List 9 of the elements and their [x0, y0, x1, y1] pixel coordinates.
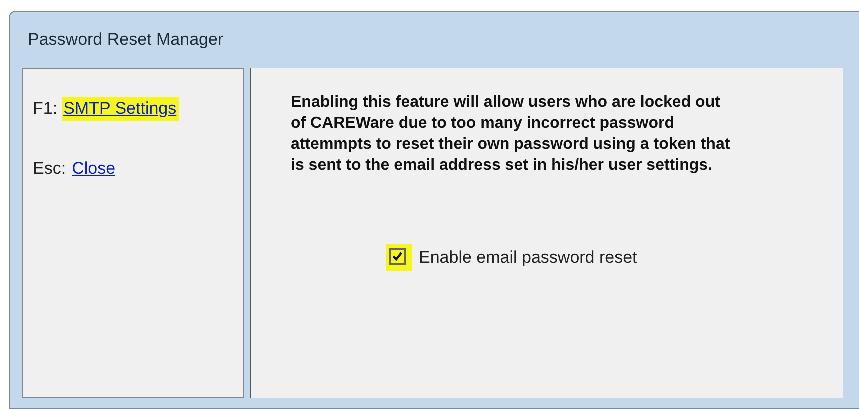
shortcut-key: Esc: [33, 159, 66, 179]
description-text: Enabling this feature will allow users who are locked out of CAREWare due to too many incorrect password attemmpts to reset their own password using a token that is sent to the email address set in his/her user settings. [291, 93, 731, 176]
shortcut-link[interactable]: Close [70, 157, 118, 181]
check-icon [392, 251, 403, 262]
checkbox[interactable] [389, 248, 406, 265]
shortcut-key: F1: [33, 99, 58, 119]
shortcut-link[interactable]: SMTP Settings [62, 97, 179, 121]
window-title: Password Reset Manager [28, 30, 224, 50]
checkbox-label[interactable]: Enable email password reset [419, 248, 638, 268]
